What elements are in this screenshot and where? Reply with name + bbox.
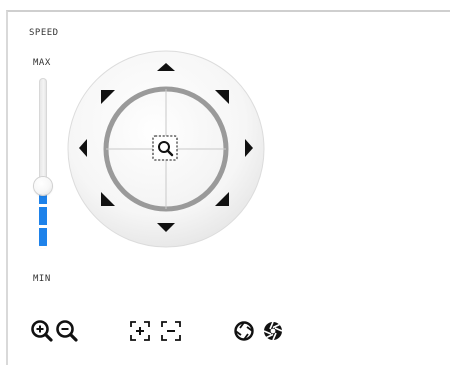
focus-far-button[interactable] xyxy=(158,318,184,344)
min-label: MIN xyxy=(33,274,51,284)
iris-open-icon xyxy=(234,321,254,341)
focus-far-icon xyxy=(161,321,181,341)
ptz-dial[interactable] xyxy=(67,50,265,248)
zoom-out-icon xyxy=(56,320,78,342)
speed-slider-handle[interactable] xyxy=(34,177,52,195)
zoom-out-button[interactable] xyxy=(54,318,80,344)
ptz-dial-graphic xyxy=(67,50,265,248)
iris-close-icon xyxy=(263,321,283,341)
max-label: MAX xyxy=(33,58,51,68)
iris-close-button[interactable] xyxy=(260,318,286,344)
zoom-in-button[interactable] xyxy=(29,318,55,344)
focus-near-button[interactable] xyxy=(127,318,153,344)
speed-label: SPEED xyxy=(29,28,59,38)
speed-slider-fill xyxy=(39,186,47,249)
speed-slider[interactable] xyxy=(34,78,52,249)
zoom-in-icon xyxy=(31,320,53,342)
focus-near-icon xyxy=(130,321,150,341)
zoom-area-icon[interactable] xyxy=(152,135,178,161)
iris-open-button[interactable] xyxy=(231,318,257,344)
